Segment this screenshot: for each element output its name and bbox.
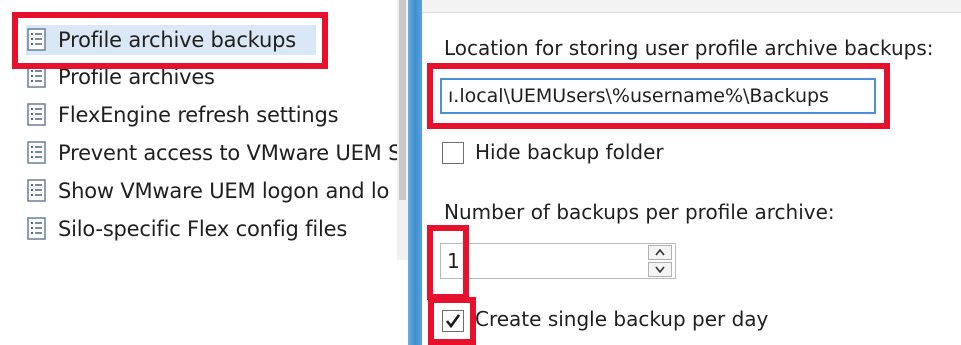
chevron-up-icon: [655, 249, 665, 256]
hide-backup-folder-checkbox[interactable]: [442, 142, 464, 164]
tree-item-prevent-access[interactable]: Prevent access to VMware UEM S: [26, 138, 408, 168]
backups-count-spinner[interactable]: [648, 245, 672, 277]
policy-document-icon: [27, 28, 46, 51]
spin-down-button[interactable]: [648, 262, 672, 277]
backup-location-input[interactable]: ı.local\UEMUsers\%username%\Backups: [440, 78, 876, 114]
pane-splitter[interactable]: [408, 0, 422, 345]
tree-item-profile-archives[interactable]: Profile archives: [26, 62, 408, 92]
tree-item-profile-archive-backups[interactable]: Profile archive backups: [26, 25, 316, 55]
policy-document-icon: [27, 65, 46, 88]
policy-document-icon: [27, 179, 46, 202]
chevron-down-icon: [655, 266, 665, 273]
tree-item-label: Profile archive backups: [58, 28, 296, 52]
policy-document-icon: [27, 141, 46, 164]
tree-item-label: Prevent access to VMware UEM S: [58, 141, 402, 165]
tree-item-label: FlexEngine refresh settings: [58, 103, 339, 127]
hide-backup-folder-label: Hide backup folder: [475, 140, 664, 164]
tree-item-label: Profile archives: [58, 65, 215, 89]
checkmark-icon: [445, 314, 461, 329]
single-backup-per-day-label: Create single backup per day: [475, 307, 769, 331]
tree-scrollbar-thumb[interactable]: [399, 0, 406, 200]
backups-count-label: Number of backups per profile archive:: [444, 200, 835, 224]
tree-item-label: Silo-specific Flex config files: [58, 217, 348, 241]
tree-item-label: Show VMware UEM logon and lo: [58, 179, 390, 203]
backups-count-input[interactable]: 1: [440, 243, 676, 279]
policy-tree-pane: Profile archive backups Profile archives…: [0, 0, 408, 345]
settings-pane-header-edge: [422, 0, 961, 13]
settings-pane: Location for storing user profile archiv…: [422, 0, 961, 345]
tree-item-flexengine-refresh-settings[interactable]: FlexEngine refresh settings: [26, 100, 408, 130]
tree-item-silo-specific-flex-config[interactable]: Silo-specific Flex config files: [26, 214, 408, 244]
policy-document-icon: [27, 103, 46, 126]
policy-document-icon: [27, 217, 46, 240]
tree-item-show-logon-logoff[interactable]: Show VMware UEM logon and lo: [26, 176, 408, 206]
backup-location-value: ı.local\UEMUsers\%username%\Backups: [448, 85, 829, 107]
location-label: Location for storing user profile archiv…: [444, 36, 934, 60]
spin-up-button[interactable]: [648, 245, 672, 260]
single-backup-per-day-checkbox[interactable]: [442, 310, 464, 332]
backups-count-value: 1: [447, 249, 460, 273]
